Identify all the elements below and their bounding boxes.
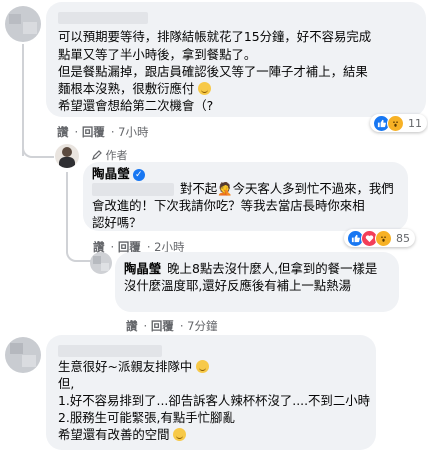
reaction-summary[interactable]: 11 (370, 114, 427, 132)
commenter-avatar[interactable] (5, 6, 41, 42)
commenter-name-redacted[interactable] (58, 345, 162, 357)
author-badge-label: 作者 (105, 149, 128, 162)
mentioned-author-name[interactable]: 陶晶瑩 (124, 261, 161, 276)
thread-connector-curve (22, 142, 54, 158)
comment-text-line: 麵根本沒熟，很敷衍應付 (58, 80, 212, 98)
wow-icon (375, 229, 392, 247)
commenter-avatar[interactable] (5, 337, 41, 373)
replier-avatar[interactable] (90, 252, 112, 274)
comment-text-line: 可以預期要等待，排隊結帳就花了15分鐘，好不容易完成 (58, 29, 372, 44)
reaction-summary[interactable]: 85 (344, 229, 415, 247)
thread-connector-curve (66, 246, 92, 262)
timestamp[interactable]: 7小時 (118, 125, 148, 139)
grimace-emoji-icon (198, 82, 212, 95)
reply-text-line: 沒什麼溫度耶,還好反應後有補上一點熱湯 (124, 278, 351, 293)
tongue-emoji-icon (173, 428, 187, 441)
thread-connector (22, 44, 24, 156)
comment-text-line: 希望還有改善的空間 (58, 426, 187, 444)
reply-text: 對不起🤦今天客人多到忙不過來，我們 (180, 181, 394, 196)
like-link[interactable]: 讚 (126, 319, 138, 333)
wow-icon (387, 114, 404, 132)
reply-text-line: 會改進的！下次我請你吃？等我去當店長時你來相 (92, 198, 365, 213)
author-name-text: 陶晶瑩 (92, 166, 130, 181)
comment-text-line: 生意很好~派親友排隊中 (58, 358, 210, 376)
thread-connector (66, 172, 68, 250)
reply-text: 晚上8點去沒什麼人,但拿到的餐一樣是 (167, 261, 378, 276)
comment-text: 希望還有改善的空間 (58, 427, 170, 442)
comment-text: 麵根本沒熟，很敷衍應付 (58, 81, 195, 96)
author-avatar[interactable] (55, 144, 79, 168)
comment-text-line: 2.服務生可能緊張,有點手忙腳亂 (58, 410, 235, 425)
like-link[interactable]: 讚 (57, 125, 69, 139)
pen-icon (92, 150, 102, 160)
reply-text-line: 認好嗎？ (92, 215, 142, 230)
comment-text-line: 希望還會想給第二次機會（? (58, 98, 214, 113)
timestamp[interactable]: 7分鐘 (187, 319, 217, 333)
reaction-count: 11 (408, 116, 422, 130)
comment-actions: 讚 · 回覆 · 7小時 (57, 125, 149, 139)
grin-emoji-icon (196, 360, 210, 373)
reply-text-line: 對不起🤦今天客人多到忙不過來，我們 (92, 180, 394, 198)
reply-link[interactable]: 回覆 (151, 319, 174, 333)
commenter-name-redacted[interactable] (58, 12, 148, 24)
author-badge: 作者 (92, 147, 128, 163)
reaction-count: 85 (396, 231, 410, 245)
verified-badge-icon: ✓ (132, 168, 145, 181)
comment-text-line: 1.好不容易排到了...卻告訴客人辣杯杯沒了....不到二小時 (58, 393, 370, 408)
mentioned-user-redacted[interactable] (92, 183, 174, 196)
comment-text-line: 但, (58, 376, 75, 391)
comment-text: 生意很好~派親友排隊中 (58, 359, 193, 374)
comment-text-line: 但是餐點漏掉，跟店員確認後又等了一陣子才補上，結果 (58, 64, 368, 79)
reply-text-line: 陶晶瑩 晚上8點去沒什麼人,但拿到的餐一樣是 (124, 260, 377, 278)
comment-text-line: 點單又等了半小時後，拿到餐點了。 (58, 47, 257, 62)
reply-actions: 讚 · 回覆 · 7分鐘 (126, 319, 218, 333)
reply-link[interactable]: 回覆 (82, 125, 105, 139)
